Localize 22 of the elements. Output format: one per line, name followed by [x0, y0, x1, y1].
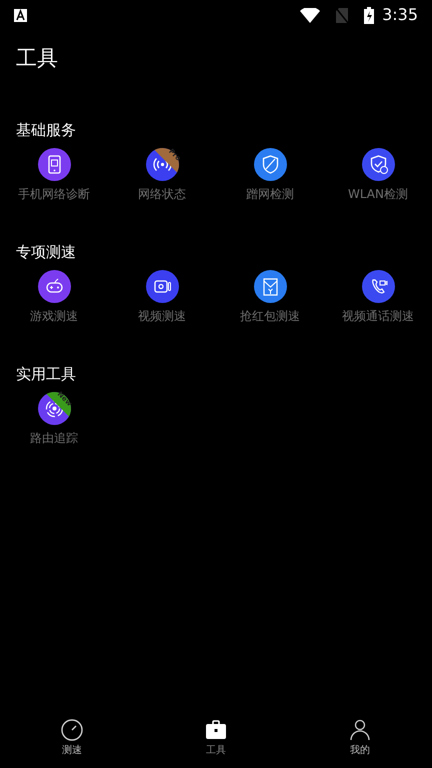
- no-sim-icon: [336, 8, 348, 22]
- person-icon: [348, 718, 372, 742]
- page-title: 工具: [16, 45, 59, 72]
- briefcase-icon: [204, 718, 228, 742]
- clock-time: 3:35: [382, 4, 418, 26]
- tool-button[interactable]: 视频测速: [108, 270, 216, 324]
- section-title: 实用工具: [16, 364, 77, 384]
- section-title: 专项测速: [16, 242, 77, 262]
- tool-button[interactable]: 抢红包测速: [216, 270, 324, 324]
- wifi-icon: [300, 8, 320, 22]
- tool-button[interactable]: 视频通话测速: [324, 270, 432, 324]
- battery-charging-icon: [364, 6, 374, 24]
- nav-tab[interactable]: 工具: [144, 708, 288, 768]
- tool-button[interactable]: 游戏测速: [0, 270, 108, 324]
- tool-button[interactable]: 蹭网检测: [216, 148, 324, 202]
- section-title: 基础服务: [16, 120, 77, 140]
- tool-button[interactable]: 手机网络诊断: [0, 148, 108, 202]
- tool-button[interactable]: WLAN检测: [324, 148, 432, 202]
- notification-icon: [14, 8, 27, 22]
- nav-tab[interactable]: 测速: [0, 708, 144, 768]
- nav-tab[interactable]: 我的: [288, 708, 432, 768]
- gauge-icon: [60, 718, 84, 742]
